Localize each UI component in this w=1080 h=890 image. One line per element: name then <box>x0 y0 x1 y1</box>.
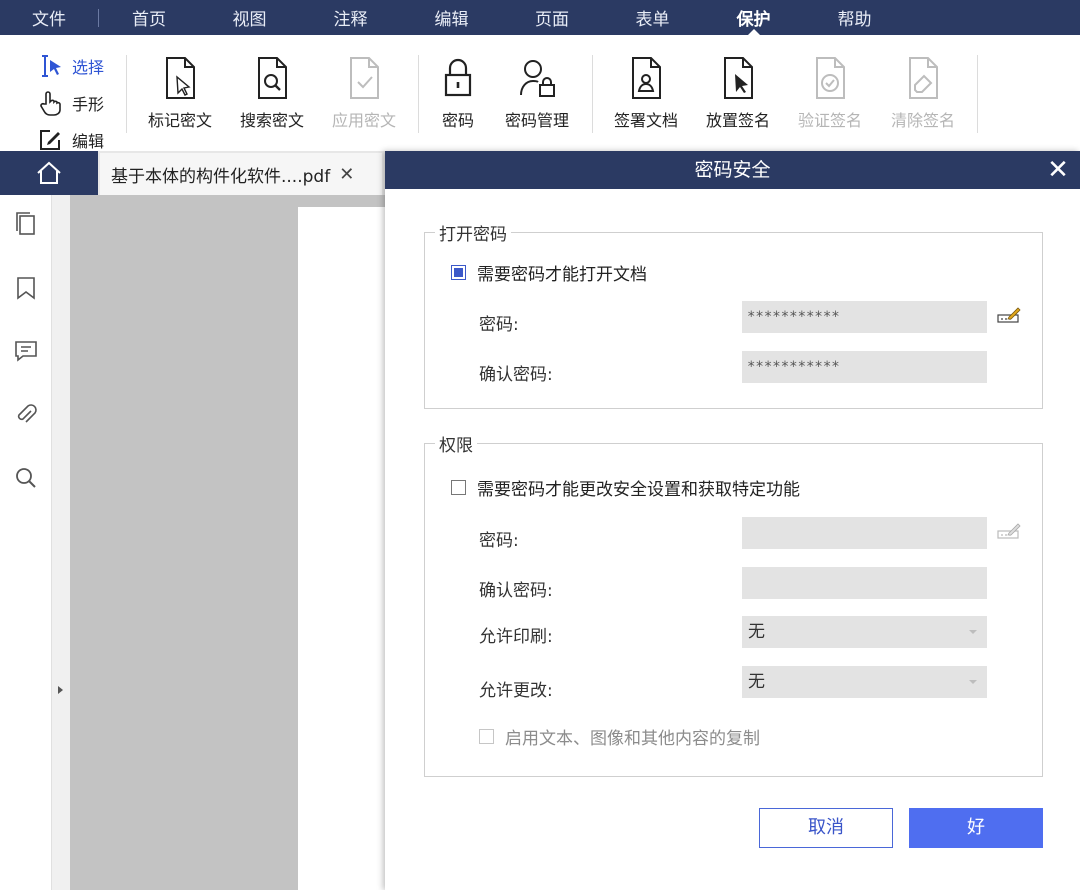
password-manager-icon <box>520 60 555 97</box>
toolbar-separator <box>977 55 978 133</box>
require-permissions-password-label: 需要密码才能更改安全设置和获取特定功能 <box>477 480 800 500</box>
menu-comment[interactable]: 注释 <box>300 0 401 35</box>
open-confirm-label: 确认密码: <box>479 365 553 385</box>
permissions-legend: 权限 <box>435 431 477 456</box>
attachment-icon[interactable] <box>13 402 39 428</box>
chevron-right-icon[interactable] <box>58 686 63 694</box>
open-password-legend: 打开密码 <box>435 220 511 245</box>
search-redaction-icon <box>258 57 287 99</box>
mode-hand[interactable]: 手形 <box>36 84 104 121</box>
require-open-password-checkbox[interactable] <box>451 265 466 280</box>
allow-print-select[interactable]: 无 <box>742 616 987 648</box>
permissions-confirm-label: 确认密码: <box>479 581 553 601</box>
menu-protect[interactable]: 保护 <box>703 0 804 35</box>
require-permissions-password-option[interactable]: 需要密码才能更改安全设置和获取特定功能 <box>451 475 800 500</box>
ribbon-toolbar: 选择 手形 编辑 标记密文 搜索密文 应用密文 密码 密码管理 签署文档 放置签… <box>0 35 1080 151</box>
enable-copy-checkbox[interactable] <box>479 729 494 744</box>
permissions-group: 权限 需要密码才能更改安全设置和获取特定功能 密码: 确认密码: 允许印刷: 无… <box>424 431 1043 777</box>
apply-redaction-button[interactable]: 应用密文 <box>318 55 410 131</box>
place-signature-label: 放置签名 <box>705 111 770 130</box>
edit-icon <box>40 129 60 150</box>
mode-select-label: 选择 <box>72 57 105 77</box>
document-tab[interactable]: 基于本体的构件化软件....pdf ✕ <box>100 153 382 195</box>
mode-select[interactable]: 选择 <box>36 47 104 84</box>
allow-print-value: 无 <box>748 622 765 642</box>
permissions-confirm-field[interactable] <box>742 567 987 599</box>
apply-redaction-label: 应用密文 <box>331 111 396 130</box>
allow-change-value: 无 <box>748 672 765 692</box>
chevron-down-icon <box>969 680 977 684</box>
menu-bar: 文件 首页 视图 注释 编辑 页面 表单 保护 帮助 <box>0 0 1080 35</box>
bookmark-icon[interactable] <box>13 275 39 301</box>
ok-button[interactable]: 好 <box>909 808 1043 848</box>
require-permissions-password-checkbox[interactable] <box>451 480 466 495</box>
sign-document-button[interactable]: 签署文档 <box>600 55 692 131</box>
home-icon <box>37 161 61 184</box>
text-cursor-select-icon <box>42 54 61 77</box>
search-redaction-label: 搜索密文 <box>239 111 304 130</box>
close-tab-icon[interactable]: ✕ <box>339 164 354 185</box>
clear-signature-label: 清除签名 <box>890 111 955 130</box>
apply-redaction-icon <box>350 57 379 99</box>
pen-edit-icon[interactable] <box>997 522 1021 540</box>
open-password-field[interactable]: *********** <box>742 301 987 333</box>
password-manager-label: 密码管理 <box>504 111 569 130</box>
menu-edit[interactable]: 编辑 <box>401 0 502 35</box>
sign-document-label: 签署文档 <box>613 111 678 130</box>
hand-icon <box>40 90 61 116</box>
document-tab-title: 基于本体的构件化软件....pdf <box>111 166 331 187</box>
mark-redaction-label: 标记密文 <box>147 111 212 130</box>
allow-change-label: 允许更改: <box>479 681 553 701</box>
dialog-titlebar: 密码安全 ✕ <box>385 151 1080 189</box>
allow-print-label: 允许印刷: <box>479 627 553 647</box>
chevron-down-icon <box>969 630 977 634</box>
sign-document-icon <box>632 57 661 99</box>
clear-signature-button[interactable]: 清除签名 <box>877 55 969 131</box>
open-password-group: 打开密码 需要密码才能打开文档 密码: *********** 确认密码: **… <box>424 220 1043 409</box>
verify-signature-button[interactable]: 验证签名 <box>784 55 876 131</box>
clear-signature-icon <box>909 57 938 99</box>
lock-icon <box>444 58 472 97</box>
mode-edit-label: 编辑 <box>72 131 105 151</box>
open-password-label: 密码: <box>479 315 519 335</box>
place-signature-icon <box>724 57 753 99</box>
allow-change-select[interactable]: 无 <box>742 666 987 698</box>
place-signature-button[interactable]: 放置签名 <box>692 55 784 131</box>
password-security-dialog: 密码安全 ✕ 打开密码 需要密码才能打开文档 密码: *********** 确… <box>385 151 1080 890</box>
password-manager-button[interactable]: 密码管理 <box>491 55 583 131</box>
pages-icon[interactable] <box>13 211 39 237</box>
comment-icon[interactable] <box>13 338 39 364</box>
verify-signature-label: 验证签名 <box>797 111 862 130</box>
search-icon[interactable] <box>13 465 39 491</box>
enable-copy-label: 启用文本、图像和其他内容的复制 <box>505 729 760 749</box>
require-open-password-option[interactable]: 需要密码才能打开文档 <box>451 260 647 285</box>
menu-view[interactable]: 视图 <box>199 0 300 35</box>
permissions-password-label: 密码: <box>479 531 519 551</box>
menu-page[interactable]: 页面 <box>502 0 602 35</box>
menu-home[interactable]: 首页 <box>99 0 199 35</box>
require-open-password-label: 需要密码才能打开文档 <box>477 265 647 285</box>
mode-list: 选择 手形 编辑 <box>36 47 104 158</box>
enable-copy-option[interactable]: 启用文本、图像和其他内容的复制 <box>479 724 760 749</box>
document-page <box>298 207 388 890</box>
menu-help[interactable]: 帮助 <box>804 0 905 35</box>
verify-signature-icon <box>816 57 845 99</box>
toolbar-separator <box>592 55 593 133</box>
menu-file[interactable]: 文件 <box>0 0 98 35</box>
sidebar-collapse-strip[interactable] <box>52 195 70 890</box>
left-sidebar <box>0 195 52 890</box>
permissions-password-field[interactable] <box>742 517 987 549</box>
search-redaction-button[interactable]: 搜索密文 <box>226 55 318 131</box>
mode-hand-label: 手形 <box>72 94 105 114</box>
cancel-button[interactable]: 取消 <box>759 808 893 848</box>
mark-redaction-button[interactable]: 标记密文 <box>134 55 226 131</box>
close-icon[interactable]: ✕ <box>1042 154 1074 186</box>
toolbar-separator <box>126 55 127 133</box>
open-confirm-field[interactable]: *********** <box>742 351 987 383</box>
pen-edit-icon[interactable] <box>997 306 1021 324</box>
dialog-title: 密码安全 <box>694 159 771 181</box>
home-button[interactable] <box>0 151 98 195</box>
mark-redaction-icon <box>166 57 195 99</box>
menu-form[interactable]: 表单 <box>602 0 703 35</box>
